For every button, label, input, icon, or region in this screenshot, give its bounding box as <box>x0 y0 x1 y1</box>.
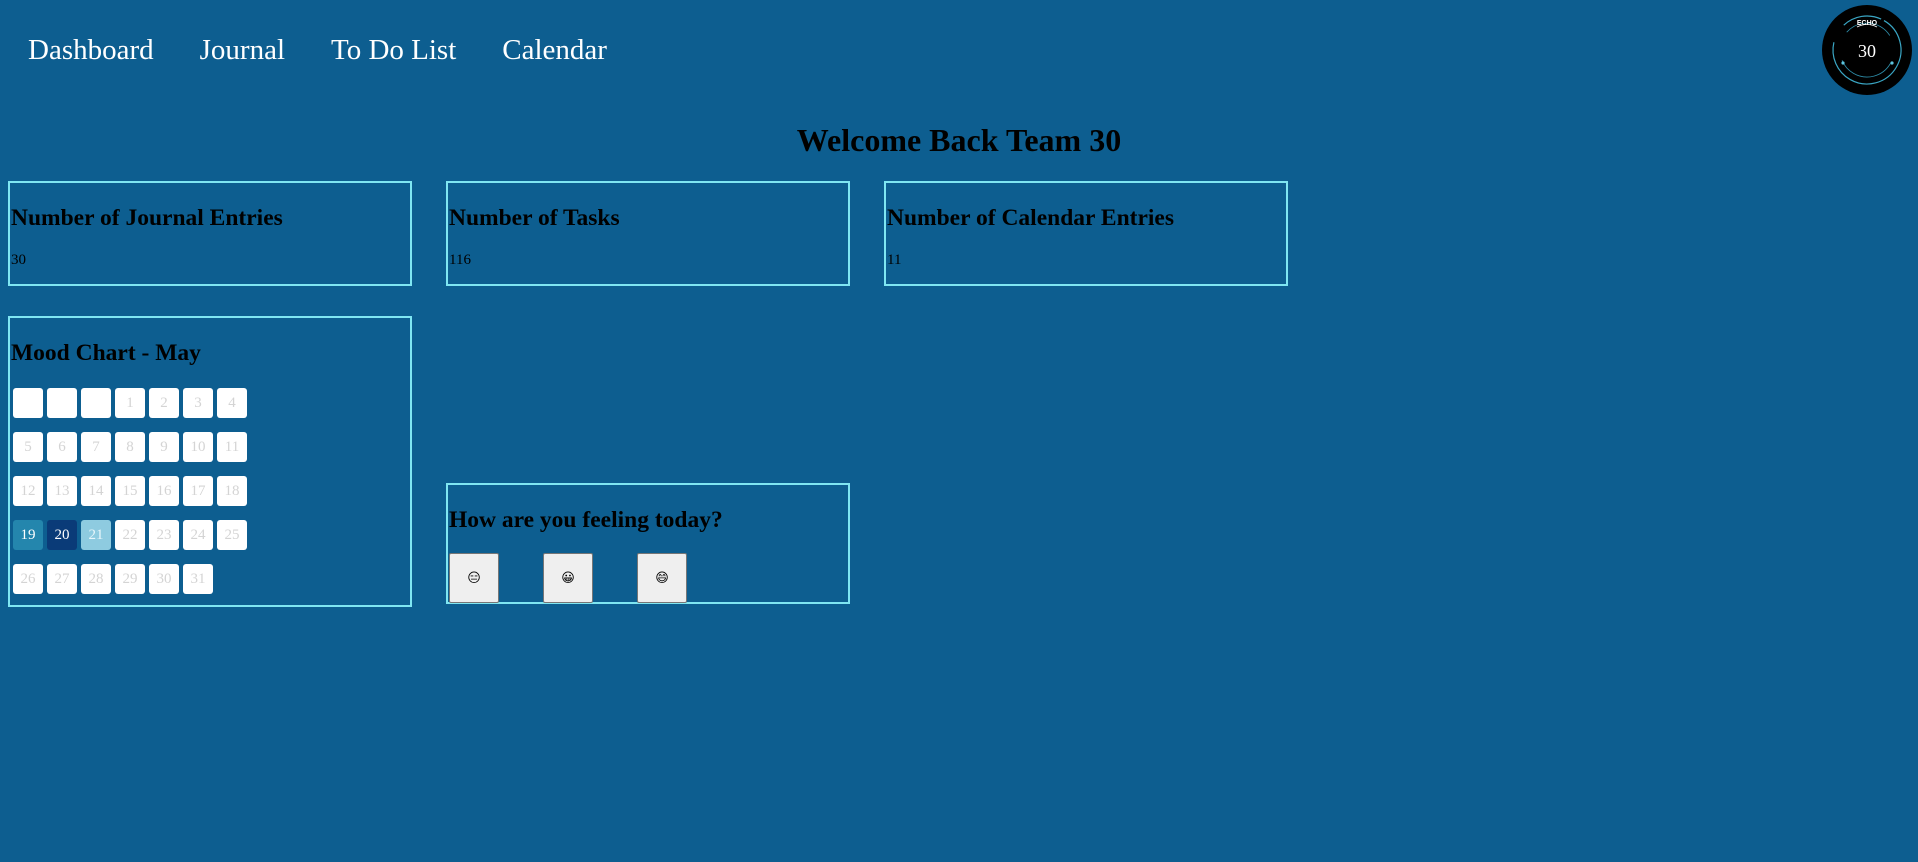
mood-day-1[interactable]: 1 <box>115 388 145 418</box>
mood-day-empty[interactable] <box>81 388 111 418</box>
grinning-face-icon: 😀 <box>561 570 575 586</box>
expressionless-face-icon: 😑 <box>467 570 481 586</box>
nav-calendar[interactable]: Calendar <box>502 36 607 65</box>
mood-day-8[interactable]: 8 <box>115 432 145 462</box>
calendar-count-card: Number of Calendar Entries 11 <box>884 181 1288 286</box>
mood-day-2[interactable]: 2 <box>149 388 179 418</box>
mood-day-empty[interactable] <box>47 388 77 418</box>
mood-day-19[interactable]: 19 <box>13 520 43 550</box>
logo-top-text: ECHO <box>1857 20 1878 27</box>
mood-day-14[interactable]: 14 <box>81 476 111 506</box>
mood-day-4[interactable]: 4 <box>217 388 247 418</box>
nav-journal[interactable]: Journal <box>200 36 285 65</box>
laughing-face-icon: 😄 <box>655 570 669 586</box>
mood-day-16[interactable]: 16 <box>149 476 179 506</box>
mood-chart-card: Mood Chart - May 1 2 3 4 5 6 7 8 9 10 11 12 13 14 15 16… <box>8 316 412 607</box>
task-count-card: Number of Tasks 116 <box>446 181 850 286</box>
mood-day-9[interactable]: 9 <box>149 432 179 462</box>
logo-emblem-icon: ECHO 30 <box>1832 15 1902 85</box>
task-count-value: 116 <box>449 252 471 268</box>
mood-day-30[interactable]: 30 <box>149 564 179 594</box>
mood-day-6[interactable]: 6 <box>47 432 77 462</box>
nav-dashboard[interactable]: Dashboard <box>28 36 154 65</box>
mood-input-card: How are you feeling today? 😑 😀 😄 <box>446 483 850 604</box>
mood-day-25[interactable]: 25 <box>217 520 247 550</box>
mood-sad-button[interactable]: 😑 <box>449 553 499 603</box>
logo-number: 30 <box>1858 41 1876 61</box>
mood-day-28[interactable]: 28 <box>81 564 111 594</box>
mood-day-23[interactable]: 23 <box>149 520 179 550</box>
mood-day-26[interactable]: 26 <box>13 564 43 594</box>
mood-day-29[interactable]: 29 <box>115 564 145 594</box>
mood-day-3[interactable]: 3 <box>183 388 213 418</box>
mood-day-31[interactable]: 31 <box>183 564 213 594</box>
mood-input-title: How are you feeling today? <box>449 507 723 533</box>
mood-day-11[interactable]: 11 <box>217 432 247 462</box>
mood-day-13[interactable]: 13 <box>47 476 77 506</box>
journal-count-value: 30 <box>11 252 26 268</box>
journal-count-card: Number of Journal Entries 30 <box>8 181 412 286</box>
journal-count-title: Number of Journal Entries <box>11 205 283 231</box>
mood-day-20[interactable]: 20 <box>47 520 77 550</box>
mood-happy-button[interactable]: 😄 <box>637 553 687 603</box>
calendar-count-title: Number of Calendar Entries <box>887 205 1175 231</box>
calendar-count-value: 11 <box>887 252 902 268</box>
page-title: Welcome Back Team 30 <box>796 122 1122 158</box>
mood-calendar-grid: 1 2 3 4 5 6 7 8 9 10 11 12 13 14 15 16 17 18 19 20 21 22 23 24 2… <box>13 388 247 594</box>
mood-chart-title: Mood Chart - May <box>11 340 201 366</box>
mood-day-22[interactable]: 22 <box>115 520 145 550</box>
mood-neutral-button[interactable]: 😀 <box>543 553 593 603</box>
mood-day-18[interactable]: 18 <box>217 476 247 506</box>
mood-day-7[interactable]: 7 <box>81 432 111 462</box>
top-nav: Dashboard Journal To Do List Calendar <box>28 36 607 65</box>
mood-day-21[interactable]: 21 <box>81 520 111 550</box>
mood-day-5[interactable]: 5 <box>13 432 43 462</box>
nav-todo-list[interactable]: To Do List <box>331 36 456 65</box>
mood-day-27[interactable]: 27 <box>47 564 77 594</box>
mood-day-15[interactable]: 15 <box>115 476 145 506</box>
mood-day-10[interactable]: 10 <box>183 432 213 462</box>
mood-day-12[interactable]: 12 <box>13 476 43 506</box>
mood-day-17[interactable]: 17 <box>183 476 213 506</box>
mood-day-24[interactable]: 24 <box>183 520 213 550</box>
echo-logo[interactable]: ECHO 30 <box>1822 5 1912 95</box>
task-count-title: Number of Tasks <box>449 205 620 231</box>
mood-day-empty[interactable] <box>13 388 43 418</box>
